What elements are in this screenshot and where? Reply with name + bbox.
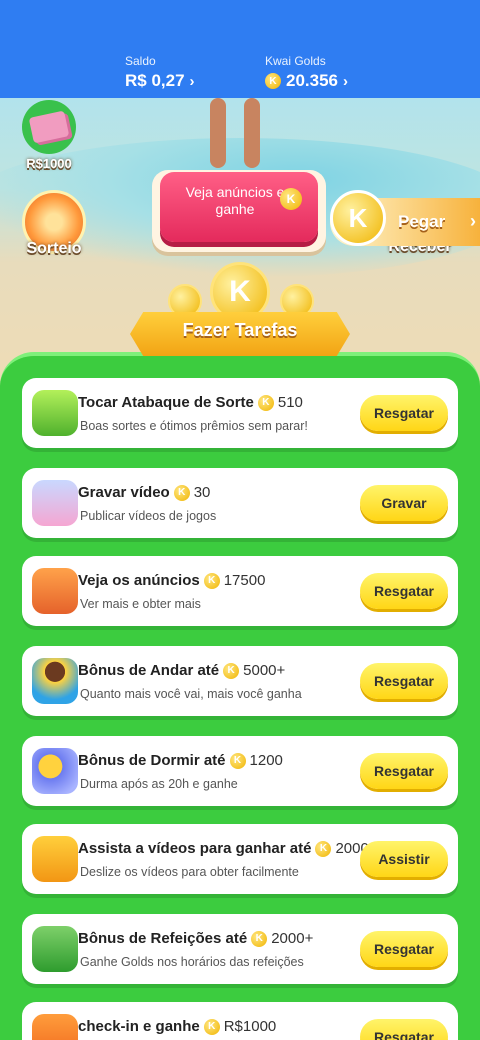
task-subtitle: Ver mais e obter mais [80, 597, 201, 611]
task-amount: R$1000 [223, 1018, 277, 1035]
task-card: Gravar vídeo K 30 Publicar vídeos de jogos G… [22, 468, 458, 538]
task-amount: 1200 [249, 752, 283, 769]
walking-boy-icon [32, 658, 78, 704]
task-card: Bônus de Andar até K 5000+ Quanto mais você… [22, 646, 458, 716]
task-action-button[interactable]: Resgatar [360, 931, 448, 967]
task-title: Bônus de Dormir até [78, 752, 226, 769]
golds-label: Kwai Golds [265, 54, 326, 68]
chevron-right-icon: › [189, 72, 195, 90]
watch-ads-label: Veja anúncios e ganhe [185, 184, 285, 217]
task-card: check-in e ganhe K R$1000 Resgatar [22, 1002, 458, 1040]
k-coin-icon: K [280, 188, 302, 210]
saldo-stat[interactable]: Saldo R$ 0,27 › [125, 54, 195, 91]
chevron-right-icon: › [470, 211, 476, 231]
task-amount: 2000+ [271, 930, 314, 947]
k-coin-icon: K [173, 484, 190, 501]
camera-icon [32, 836, 78, 882]
task-title: check-in e ganhe [78, 1018, 200, 1035]
watch-ads-button[interactable]: Veja anúncios e ganhe K [152, 170, 326, 252]
drum-icon [32, 390, 78, 436]
k-coin-icon: K [330, 190, 386, 246]
task-action-button[interactable]: Resgatar [360, 395, 448, 431]
golds-value: 20.356 [286, 71, 338, 90]
task-action-button[interactable]: Gravar [360, 485, 448, 521]
k-coin-icon: K [223, 662, 240, 679]
sorteio-label: Sorteio [26, 240, 82, 257]
k-coin-icon: K [251, 930, 268, 947]
top-balance-bar: Saldo R$ 0,27 › Kwai Golds K 20.356 › [0, 0, 480, 98]
task-subtitle: Publicar vídeos de jogos [80, 509, 217, 523]
task-amount: 30 [193, 484, 211, 501]
task-card: Veja os anúncios K 17500 Ver mais e obter m… [22, 556, 458, 626]
cash-icon [22, 100, 76, 154]
task-card: Tocar Atabaque de Sorte K 510 Boas sortes e… [22, 378, 458, 448]
k-coin-icon: K [265, 73, 281, 89]
k-coin-icon: K [203, 1018, 220, 1035]
banner-title: Fazer Tarefas [182, 320, 298, 340]
pegar-label: Pegar [398, 212, 446, 231]
task-subtitle: Ganhe Golds nos horários das refeições [80, 955, 304, 969]
meal-calendar-icon [32, 926, 78, 972]
task-card: Bônus de Refeições até K 2000+ Ganhe Golds … [22, 914, 458, 984]
task-title: Veja os anúncios [78, 572, 200, 589]
task-title: Assista a vídeos para ganhar até [78, 840, 312, 857]
task-amount: 5000+ [243, 662, 286, 679]
task-title: Tocar Atabaque de Sorte [78, 394, 254, 411]
moon-sleep-icon [32, 748, 78, 794]
task-subtitle: Boas sortes e ótimos prêmios sem parar! [80, 419, 308, 433]
video-icon [32, 480, 78, 526]
task-title: Bônus de Refeições até [78, 930, 248, 947]
task-title: Bônus de Andar até [78, 662, 220, 679]
cash-label: R$1000 [26, 156, 72, 171]
sorteio-button[interactable]: Sorteio [18, 190, 90, 258]
task-amount: 17500 [223, 572, 266, 589]
task-subtitle: Deslize os vídeos para obter facilmente [80, 865, 299, 879]
task-card: Bônus de Dormir até K 1200 Durma após as 20… [22, 736, 458, 806]
k-coin-icon: K [229, 752, 246, 769]
task-action-button[interactable]: Resgatar [360, 573, 448, 609]
saldo-label: Saldo [125, 54, 156, 68]
tasks-banner: K Fazer Tarefas [110, 262, 370, 362]
task-action-button[interactable]: Assistir [360, 841, 448, 877]
task-subtitle: Durma após as 20h e ganhe [80, 777, 238, 791]
task-action-button[interactable]: Resgatar [360, 663, 448, 699]
cash-reward-button[interactable]: R$1000 [18, 100, 80, 171]
chevron-right-icon: › [343, 72, 348, 90]
k-coin-icon: K [315, 840, 332, 857]
k-coin-icon: K [257, 394, 274, 411]
task-card: Assista a vídeos para ganhar até K 2000 Des… [22, 824, 458, 894]
task-amount: 510 [277, 394, 303, 411]
task-subtitle: Quanto mais você vai, mais você ganha [80, 687, 302, 701]
golds-stat[interactable]: Kwai Golds K 20.356 › [265, 54, 348, 91]
saldo-value: R$ 0,27 [125, 71, 185, 90]
tv-icon [32, 568, 78, 614]
pegar-button[interactable]: K Pegar › [330, 190, 480, 246]
character-legs [200, 98, 270, 168]
task-action-button[interactable]: Resgatar [360, 1019, 448, 1040]
task-action-button[interactable]: Resgatar [360, 753, 448, 789]
checkin-calendar-icon [32, 1014, 78, 1040]
k-coin-icon: K [203, 572, 220, 589]
task-title: Gravar vídeo [78, 484, 170, 501]
